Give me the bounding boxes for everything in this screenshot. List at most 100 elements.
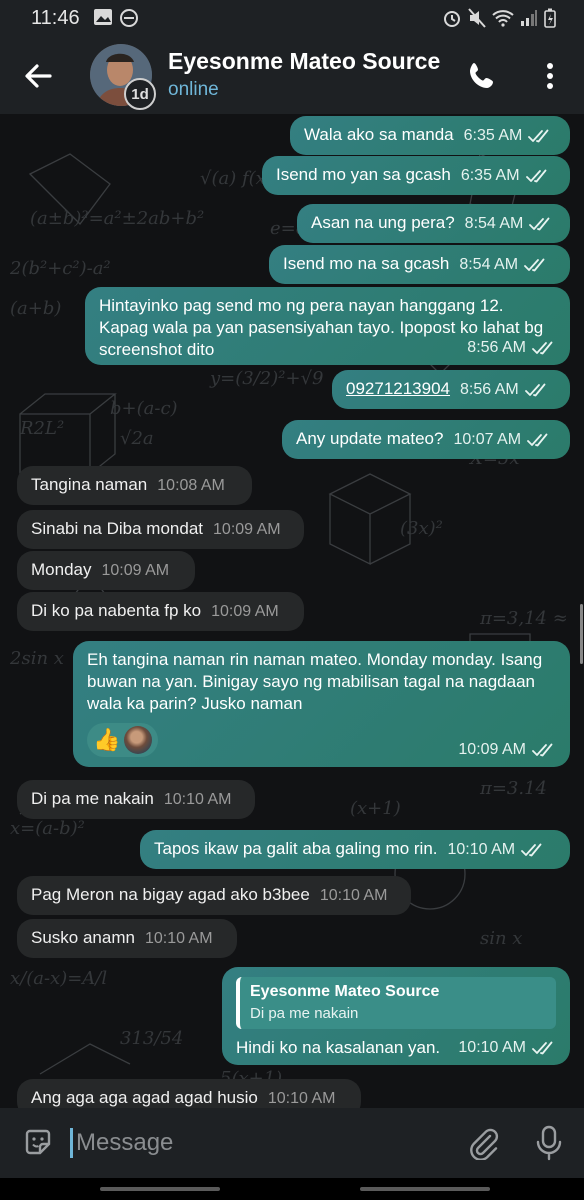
- incoming-message[interactable]: Monday 10:09 AM: [17, 551, 195, 590]
- message-time: 8:54 AM: [464, 215, 524, 232]
- message-text: Asan na ung pera?: [311, 213, 455, 232]
- incoming-message[interactable]: Di ko pa nabenta fp ko 10:09 AM: [17, 592, 304, 631]
- story-badge: 1d: [124, 78, 156, 110]
- chat-header: 1d Eyesonme Mateo Source online: [0, 36, 584, 114]
- svg-text:(3x)²: (3x)²: [400, 518, 443, 539]
- incoming-message[interactable]: Tangina naman 10:08 AM: [17, 466, 252, 505]
- message-text: Di ko pa nabenta fp ko: [31, 601, 202, 620]
- svg-text:(x+1): (x+1): [350, 798, 401, 819]
- reactor-avatar: [124, 726, 153, 754]
- message-text: Isend mo na sa gcash: [283, 254, 450, 273]
- message-time: 6:35 AM: [460, 167, 520, 184]
- message-meta: 10:08 AM: [157, 475, 225, 497]
- message-meta: 10:10 AM: [448, 839, 546, 861]
- message-time: 10:09 AM: [211, 603, 279, 620]
- message-meta: 6:35 AM: [464, 125, 553, 147]
- message-meta: 6:35 AM: [461, 165, 550, 187]
- sticker-emoji-icon[interactable]: [22, 1126, 54, 1158]
- svg-text:y=(3/2)²+√9: y=(3/2)²+√9: [209, 368, 323, 389]
- message-text: Tapos ikaw pa galit aba galing mo rin.: [154, 839, 438, 858]
- contact-status: online: [168, 79, 219, 100]
- reply-quote[interactable]: Eyesonme Mateo Source Di pa me nakain: [236, 977, 556, 1029]
- svg-text:313/54: 313/54: [120, 1028, 183, 1049]
- battery-icon: [544, 8, 556, 28]
- chat-scrollbar[interactable]: [580, 604, 583, 664]
- message-meta: 10:09 AM: [458, 739, 556, 761]
- outgoing-message[interactable]: Any update mateo? 10:07 AM: [282, 420, 570, 459]
- message-time: 8:56 AM: [467, 339, 526, 356]
- microphone-icon[interactable]: [534, 1125, 564, 1161]
- outgoing-message[interactable]: Wala ako sa manda 6:35 AM: [290, 116, 570, 155]
- message-text: Wala ako sa manda: [304, 125, 454, 144]
- text-cursor: [70, 1128, 73, 1158]
- incoming-message[interactable]: Susko anamn 10:10 AM: [17, 919, 237, 958]
- svg-text:2(b²+c²)-a²: 2(b²+c²)-a²: [9, 258, 111, 279]
- outgoing-message[interactable]: Tapos ikaw pa galit aba galing mo rin. 10…: [140, 830, 570, 869]
- message-time: 10:09 AM: [101, 562, 170, 579]
- message-text: Any update mateo?: [296, 429, 444, 448]
- message-time: 10:09 AM: [213, 521, 281, 538]
- svg-text:2sin x: 2sin x: [9, 648, 64, 669]
- message-time: 10:07 AM: [453, 431, 522, 448]
- double-check-icon: [524, 383, 546, 397]
- status-time: 11:46: [31, 7, 80, 29]
- message-time: 8:54 AM: [459, 256, 519, 273]
- message-meta: 10:10 AM: [458, 1037, 556, 1059]
- message-reaction[interactable]: 👍: [87, 723, 159, 757]
- message-time: 10:10 AM: [319, 887, 388, 904]
- signal-icon: [521, 10, 537, 26]
- outgoing-message[interactable]: Hintayinko pag send mo ng pera nayan han…: [85, 287, 570, 365]
- message-time: 10:10 AM: [144, 930, 213, 947]
- incoming-message[interactable]: Ang aga aga agad agad husio 10:10 AM: [17, 1079, 361, 1108]
- more-vertical-icon[interactable]: [538, 60, 562, 92]
- paperclip-icon[interactable]: [466, 1126, 500, 1160]
- outgoing-message[interactable]: Eyesonme Mateo Source Di pa me nakain Hind…: [222, 967, 570, 1065]
- svg-text:b+(a-c): b+(a-c): [110, 398, 178, 419]
- nav-gesture-handle[interactable]: [100, 1187, 220, 1191]
- message-text: Sinabi na Diba mondat: [31, 519, 204, 538]
- svg-text:(a+b): (a+b): [10, 298, 61, 319]
- double-check-icon: [525, 169, 546, 183]
- phone-number-link[interactable]: 09271213904: [346, 379, 450, 398]
- outgoing-message[interactable]: Isend mo na sa gcash 8:54 AM: [269, 245, 570, 284]
- message-meta: 8:54 AM: [465, 213, 554, 235]
- message-meta: 10:09 AM: [213, 519, 281, 541]
- arrow-left-icon[interactable]: [20, 58, 56, 94]
- message-time: 10:08 AM: [157, 477, 225, 494]
- outgoing-message[interactable]: Eh tangina naman rin naman mateo. Monday…: [73, 641, 570, 767]
- double-check-icon: [529, 217, 550, 231]
- message-list[interactable]: (a±b)²=a²±2ab+b² e=cos x 2(b²+c²)-a² √(a…: [0, 114, 584, 1108]
- message-meta: 10:10 AM: [145, 928, 213, 950]
- message-time: 6:35 AM: [463, 127, 523, 144]
- message-text: Eh tangina naman rin naman mateo. Monday…: [87, 650, 543, 713]
- message-meta: 10:09 AM: [101, 560, 169, 582]
- phone-icon[interactable]: [466, 60, 498, 92]
- nav-gesture-handle-right[interactable]: [360, 1187, 490, 1191]
- message-text: Susko anamn: [31, 928, 135, 947]
- svg-text:sin x: sin x: [480, 928, 522, 949]
- incoming-message[interactable]: Di pa me nakain 10:10 AM: [17, 780, 255, 819]
- message-input[interactable]: [76, 1126, 446, 1160]
- message-meta: 8:54 AM: [459, 254, 548, 276]
- status-bar: 11:46: [0, 0, 584, 36]
- message-meta: 10:10 AM: [320, 885, 388, 907]
- message-time: 10:10 AM: [458, 1039, 526, 1056]
- message-time: 10:09 AM: [458, 741, 526, 758]
- message-time: 8:56 AM: [460, 381, 519, 398]
- outgoing-message[interactable]: 09271213904 8:56 AM: [332, 370, 570, 409]
- contact-name[interactable]: Eyesonme Mateo Source: [168, 48, 453, 75]
- reply-quote-text: Di pa me nakain: [250, 1005, 359, 1022]
- svg-text:(a±b)²=a²±2ab+b²: (a±b)²=a²±2ab+b²: [30, 208, 204, 229]
- outgoing-message[interactable]: Asan na ung pera? 8:54 AM: [297, 204, 570, 243]
- outgoing-message[interactable]: Isend mo yan sa gcash 6:35 AM: [262, 156, 570, 195]
- alarm-icon: [444, 11, 460, 27]
- wifi-icon: [492, 10, 514, 27]
- reply-quote-author: Eyesonme Mateo Source: [250, 983, 440, 1000]
- message-meta: 10:07 AM: [453, 429, 551, 451]
- double-check-icon: [532, 1041, 553, 1055]
- incoming-message[interactable]: Sinabi na Diba mondat 10:09 AM: [17, 510, 304, 549]
- thumbs-up-icon: 👍: [93, 727, 121, 752]
- incoming-message[interactable]: Pag Meron na bigay agad ako b3bee 10:10 A…: [17, 876, 411, 915]
- message-text: Pag Meron na bigay agad ako b3bee: [31, 885, 310, 904]
- svg-text:π=3,14 ≈: π=3,14 ≈: [479, 608, 568, 629]
